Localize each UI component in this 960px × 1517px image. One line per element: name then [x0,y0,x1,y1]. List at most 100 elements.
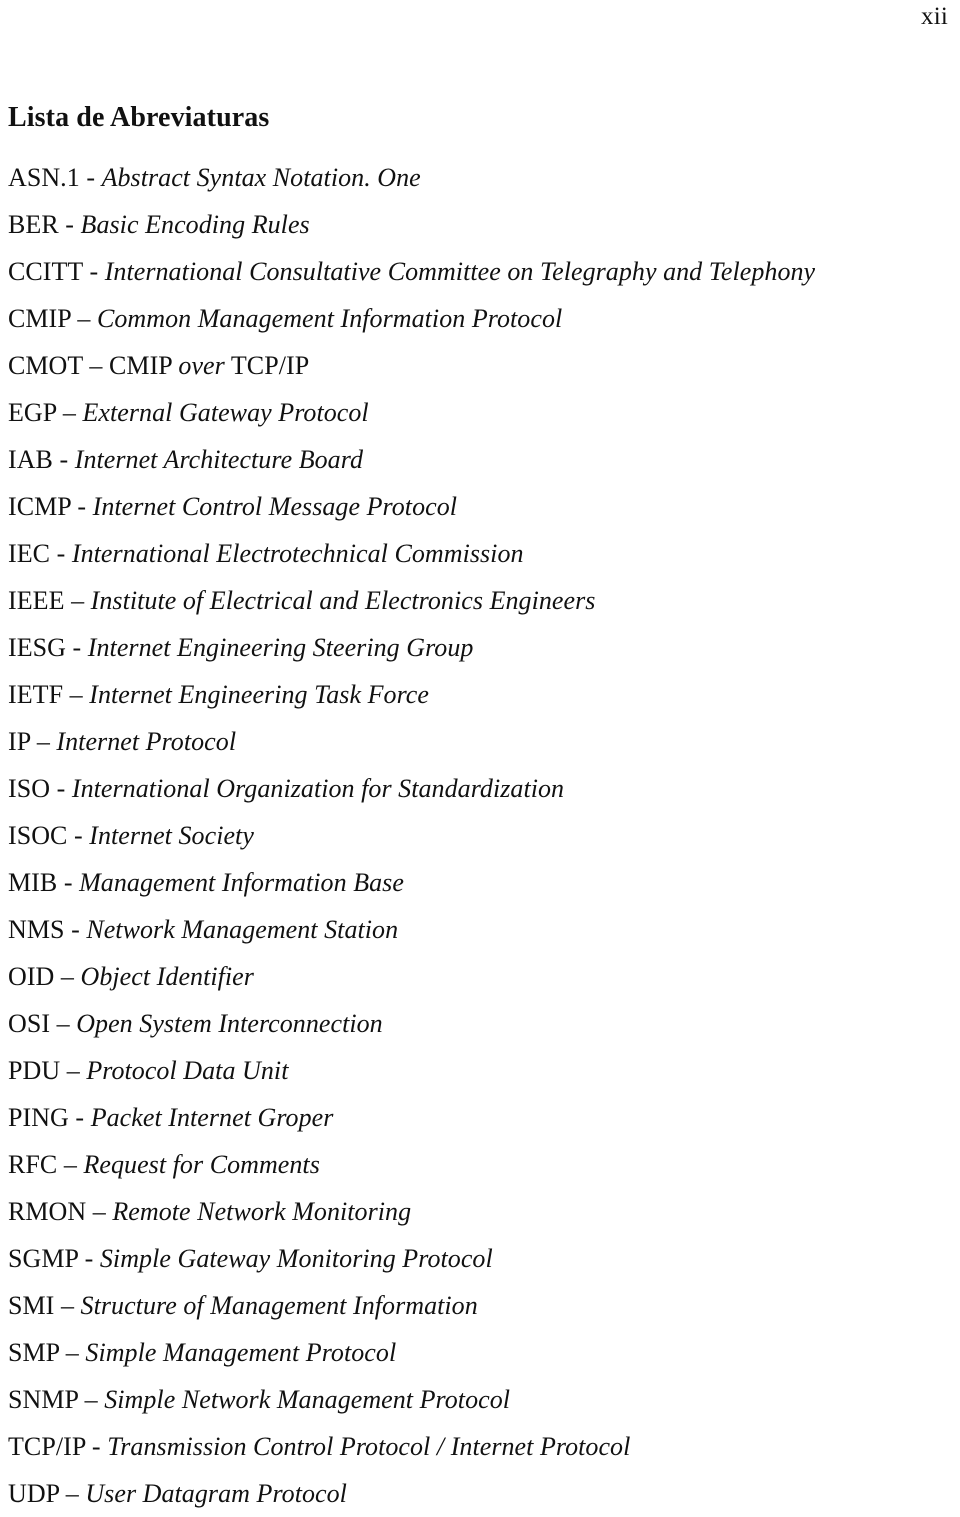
abbreviation-separator: - [79,163,102,192]
abbreviation-definition: Internet Society [89,821,254,850]
abbreviations-section: Lista de Abreviaturas ASN.1 - Abstract S… [8,104,952,1517]
abbreviation-separator: - [64,915,87,944]
abbreviation-entry: RMON – Remote Network Monitoring [8,1188,952,1235]
abbreviation-definition-part: over [178,351,225,380]
abbreviation-definition: Simple Management Protocol [85,1338,397,1367]
abbreviation-term: UDP [8,1479,60,1508]
abbreviation-term: ASN.1 [8,163,80,192]
abbreviation-term: IEEE [8,586,65,615]
abbreviation-separator: - [82,257,105,286]
abbreviation-term: PDU [8,1056,61,1085]
abbreviation-entry: IESG - Internet Engineering Steering Gro… [8,624,952,671]
abbreviation-term: PING [8,1103,69,1132]
abbreviation-separator: - [50,539,72,568]
abbreviation-term: IP [8,727,31,756]
abbreviation-term: ICMP [8,492,71,521]
abbreviation-entry: CMOT – CMIP over TCP/IP [8,342,952,389]
abbreviation-entry: EGP – External Gateway Protocol [8,389,952,436]
abbreviation-definition: Abstract Syntax Notation. One [101,163,421,192]
page-number: xii [921,3,948,30]
abbreviation-term: CCITT [8,257,83,286]
abbreviation-definition: International Electrotechnical Commissio… [71,539,524,568]
abbreviation-separator: – [57,1150,84,1179]
abbreviation-definition: Protocol Data Unit [86,1056,289,1085]
abbreviation-term: MIB [8,868,58,897]
abbreviation-definition: Request for Comments [83,1150,320,1179]
abbreviation-term: SMP [8,1338,60,1367]
abbreviation-separator: - [68,1103,91,1132]
abbreviation-term: SMI [8,1291,55,1320]
abbreviation-definition: Common Management Information Protocol [96,304,563,333]
abbreviation-term: SNMP [8,1385,79,1414]
abbreviation-definition: Internet Protocol [56,727,237,756]
abbreviation-separator: – [50,1009,77,1038]
abbreviation-term: IEC [8,539,51,568]
abbreviation-entry: ICMP - Internet Control Message Protocol [8,483,952,530]
abbreviation-separator: - [85,1432,108,1461]
abbreviation-definition: Open System Interconnection [76,1009,383,1038]
abbreviation-separator: – [59,1338,86,1367]
abbreviation-separator: – [60,1056,87,1085]
abbreviation-entry: OID – Object Identifier [8,953,952,1000]
abbreviation-definition: International Organization for Standardi… [71,774,565,803]
abbreviation-entry: IETF – Internet Engineering Task Force [8,671,952,718]
abbreviation-entry: SGMP - Simple Gateway Monitoring Protoco… [8,1235,952,1282]
abbreviation-separator: - [58,210,81,239]
abbreviation-entry: IEC - International Electrotechnical Com… [8,530,952,577]
abbreviation-entry: SMP – Simple Management Protocol [8,1329,952,1376]
abbreviation-entry: MIB - Management Information Base [8,859,952,906]
abbreviation-term: SGMP [8,1244,79,1273]
abbreviation-entry: CCITT - International Consultative Commi… [8,248,952,295]
abbreviation-term: BER [8,210,59,239]
abbreviation-entry: IAB - Internet Architecture Board [8,436,952,483]
abbreviation-term: TCP/IP [8,1432,86,1461]
abbreviation-definition: Internet Control Message Protocol [92,492,458,521]
document-page: xii Lista de Abreviaturas ASN.1 - Abstra… [0,0,960,1508]
abbreviation-entry: OSI – Open System Interconnection [8,1000,952,1047]
abbreviation-definition: Object Identifier [80,962,254,991]
abbreviation-entry: ISO - International Organization for Sta… [8,765,952,812]
abbreviation-definition-part: CMIP [109,351,179,380]
abbreviation-separator: – [54,1291,81,1320]
abbreviation-definition: Internet Engineering Task Force [89,680,429,709]
abbreviation-separator: – [78,1385,105,1414]
abbreviation-term: IETF [8,680,64,709]
abbreviation-separator: – [30,727,57,756]
abbreviation-term: IAB [8,445,53,474]
abbreviation-separator: – [70,304,97,333]
abbreviation-term: RFC [8,1150,58,1179]
abbreviation-entry: IP – Internet Protocol [8,718,952,765]
abbreviation-definition: Internet Engineering Steering Group [87,633,474,662]
abbreviation-separator: – [86,1197,113,1226]
abbreviation-separator: – [82,351,110,380]
abbreviations-list: ASN.1 - Abstract Syntax Notation. One BER… [8,154,952,1517]
abbreviation-separator: - [65,633,88,662]
abbreviation-definition: International Consultative Committee on … [104,257,816,286]
abbreviation-term: RMON [8,1197,87,1226]
abbreviation-separator: - [78,1244,100,1273]
abbreviation-separator: – [64,586,91,615]
abbreviation-term: NMS [8,915,65,944]
abbreviation-term: OID [8,962,55,991]
abbreviation-separator: - [57,868,80,897]
abbreviation-entry: PING - Packet Internet Groper [8,1094,952,1141]
abbreviation-entry: TCP/IP - Transmission Control Protocol /… [8,1423,952,1470]
abbreviation-term: EGP [8,398,57,427]
abbreviation-definition-part: TCP/IP [224,351,310,380]
abbreviation-entry: IEEE – Institute of Electrical and Elect… [8,577,952,624]
abbreviation-entry: BER - Basic Encoding Rules [8,201,952,248]
abbreviation-entry: CMIP – Common Management Information Pro… [8,295,952,342]
abbreviation-entry: PDU – Protocol Data Unit [8,1047,952,1094]
abbreviation-entry: NMS - Network Management Station [8,906,952,953]
abbreviation-term: OSI [8,1009,51,1038]
abbreviation-separator: – [54,962,81,991]
abbreviation-separator: – [56,398,83,427]
abbreviation-entry: SNMP – Simple Network Management Protoco… [8,1376,952,1423]
abbreviation-separator: - [52,445,75,474]
abbreviation-definition: Simple Network Management Protocol [104,1385,511,1414]
abbreviation-entry: ISOC - Internet Society [8,812,952,859]
abbreviation-separator: - [70,492,93,521]
abbreviation-definition: Management Information Base [79,868,404,897]
abbreviation-separator: - [50,774,72,803]
abbreviation-definition: Transmission Control Protocol / Internet… [107,1432,631,1461]
